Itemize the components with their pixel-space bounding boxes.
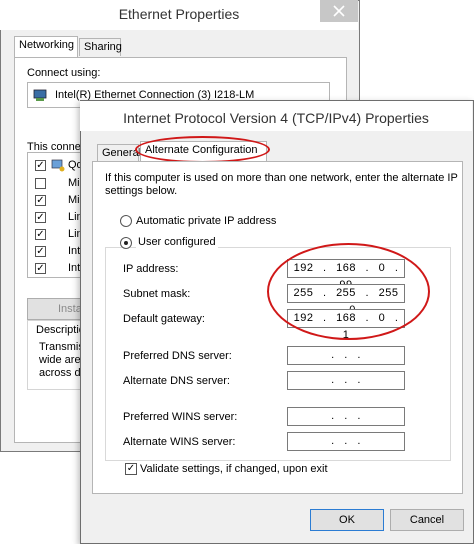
item-checkbox-6[interactable]: ✓: [35, 246, 46, 257]
preferred-wins-label: Preferred WINS server:: [123, 411, 238, 423]
item-checkbox-4[interactable]: ✓: [35, 212, 46, 223]
tab-general[interactable]: General: [97, 144, 141, 162]
ip-address-label: IP address:: [123, 263, 179, 275]
preferred-dns-label: Preferred DNS server:: [123, 350, 232, 362]
subnet-mask-label: Subnet mask:: [123, 288, 191, 300]
validate-checkbox[interactable]: ✓: [125, 463, 137, 475]
alternate-dns-label: Alternate DNS server:: [123, 375, 230, 387]
radio-automatic-private-ip[interactable]: [120, 215, 132, 227]
radio-user-configured[interactable]: [120, 237, 132, 249]
close-icon: [333, 5, 345, 17]
qos-icon: [51, 158, 65, 172]
tab-sharing[interactable]: Sharing: [79, 38, 122, 56]
highlight-ring-tab: [135, 136, 270, 163]
ethernet-close-button[interactable]: [320, 0, 358, 22]
highlight-ring-addresses: [267, 243, 430, 340]
alternate-dns-field[interactable]: . . .: [287, 371, 405, 390]
network-adapter-icon: [33, 88, 47, 102]
item-checkbox-1[interactable]: ✓: [35, 160, 46, 171]
default-gateway-label: Default gateway:: [123, 313, 205, 325]
preferred-dns-field[interactable]: . . .: [287, 346, 405, 365]
validate-label: Validate settings, if changed, upon exit: [140, 463, 328, 475]
alternate-wins-field[interactable]: . . .: [287, 432, 405, 451]
tab-networking[interactable]: Networking: [14, 36, 78, 57]
item-checkbox-3[interactable]: ✓: [35, 195, 46, 206]
item-checkbox-7[interactable]: ✓: [35, 263, 46, 274]
connect-using-label: Connect using:: [27, 67, 101, 79]
info-text: settings below.: [105, 185, 178, 197]
ok-button[interactable]: OK: [310, 509, 384, 531]
item-checkbox-5[interactable]: ✓: [35, 229, 46, 240]
info-text: If this computer is used on more than on…: [105, 172, 458, 184]
ethernet-window-title: Ethernet Properties: [118, 6, 240, 22]
ipv4-window-title: Internet Protocol Version 4 (TCP/IPv4) P…: [123, 110, 429, 126]
alternate-wins-label: Alternate WINS server:: [123, 436, 236, 448]
radio-automatic-label: Automatic private IP address: [136, 215, 277, 227]
preferred-wins-field[interactable]: . . .: [287, 407, 405, 426]
item-checkbox-2[interactable]: [35, 178, 46, 189]
cancel-button[interactable]: Cancel: [390, 509, 464, 531]
radio-user-label: User configured: [136, 236, 218, 248]
